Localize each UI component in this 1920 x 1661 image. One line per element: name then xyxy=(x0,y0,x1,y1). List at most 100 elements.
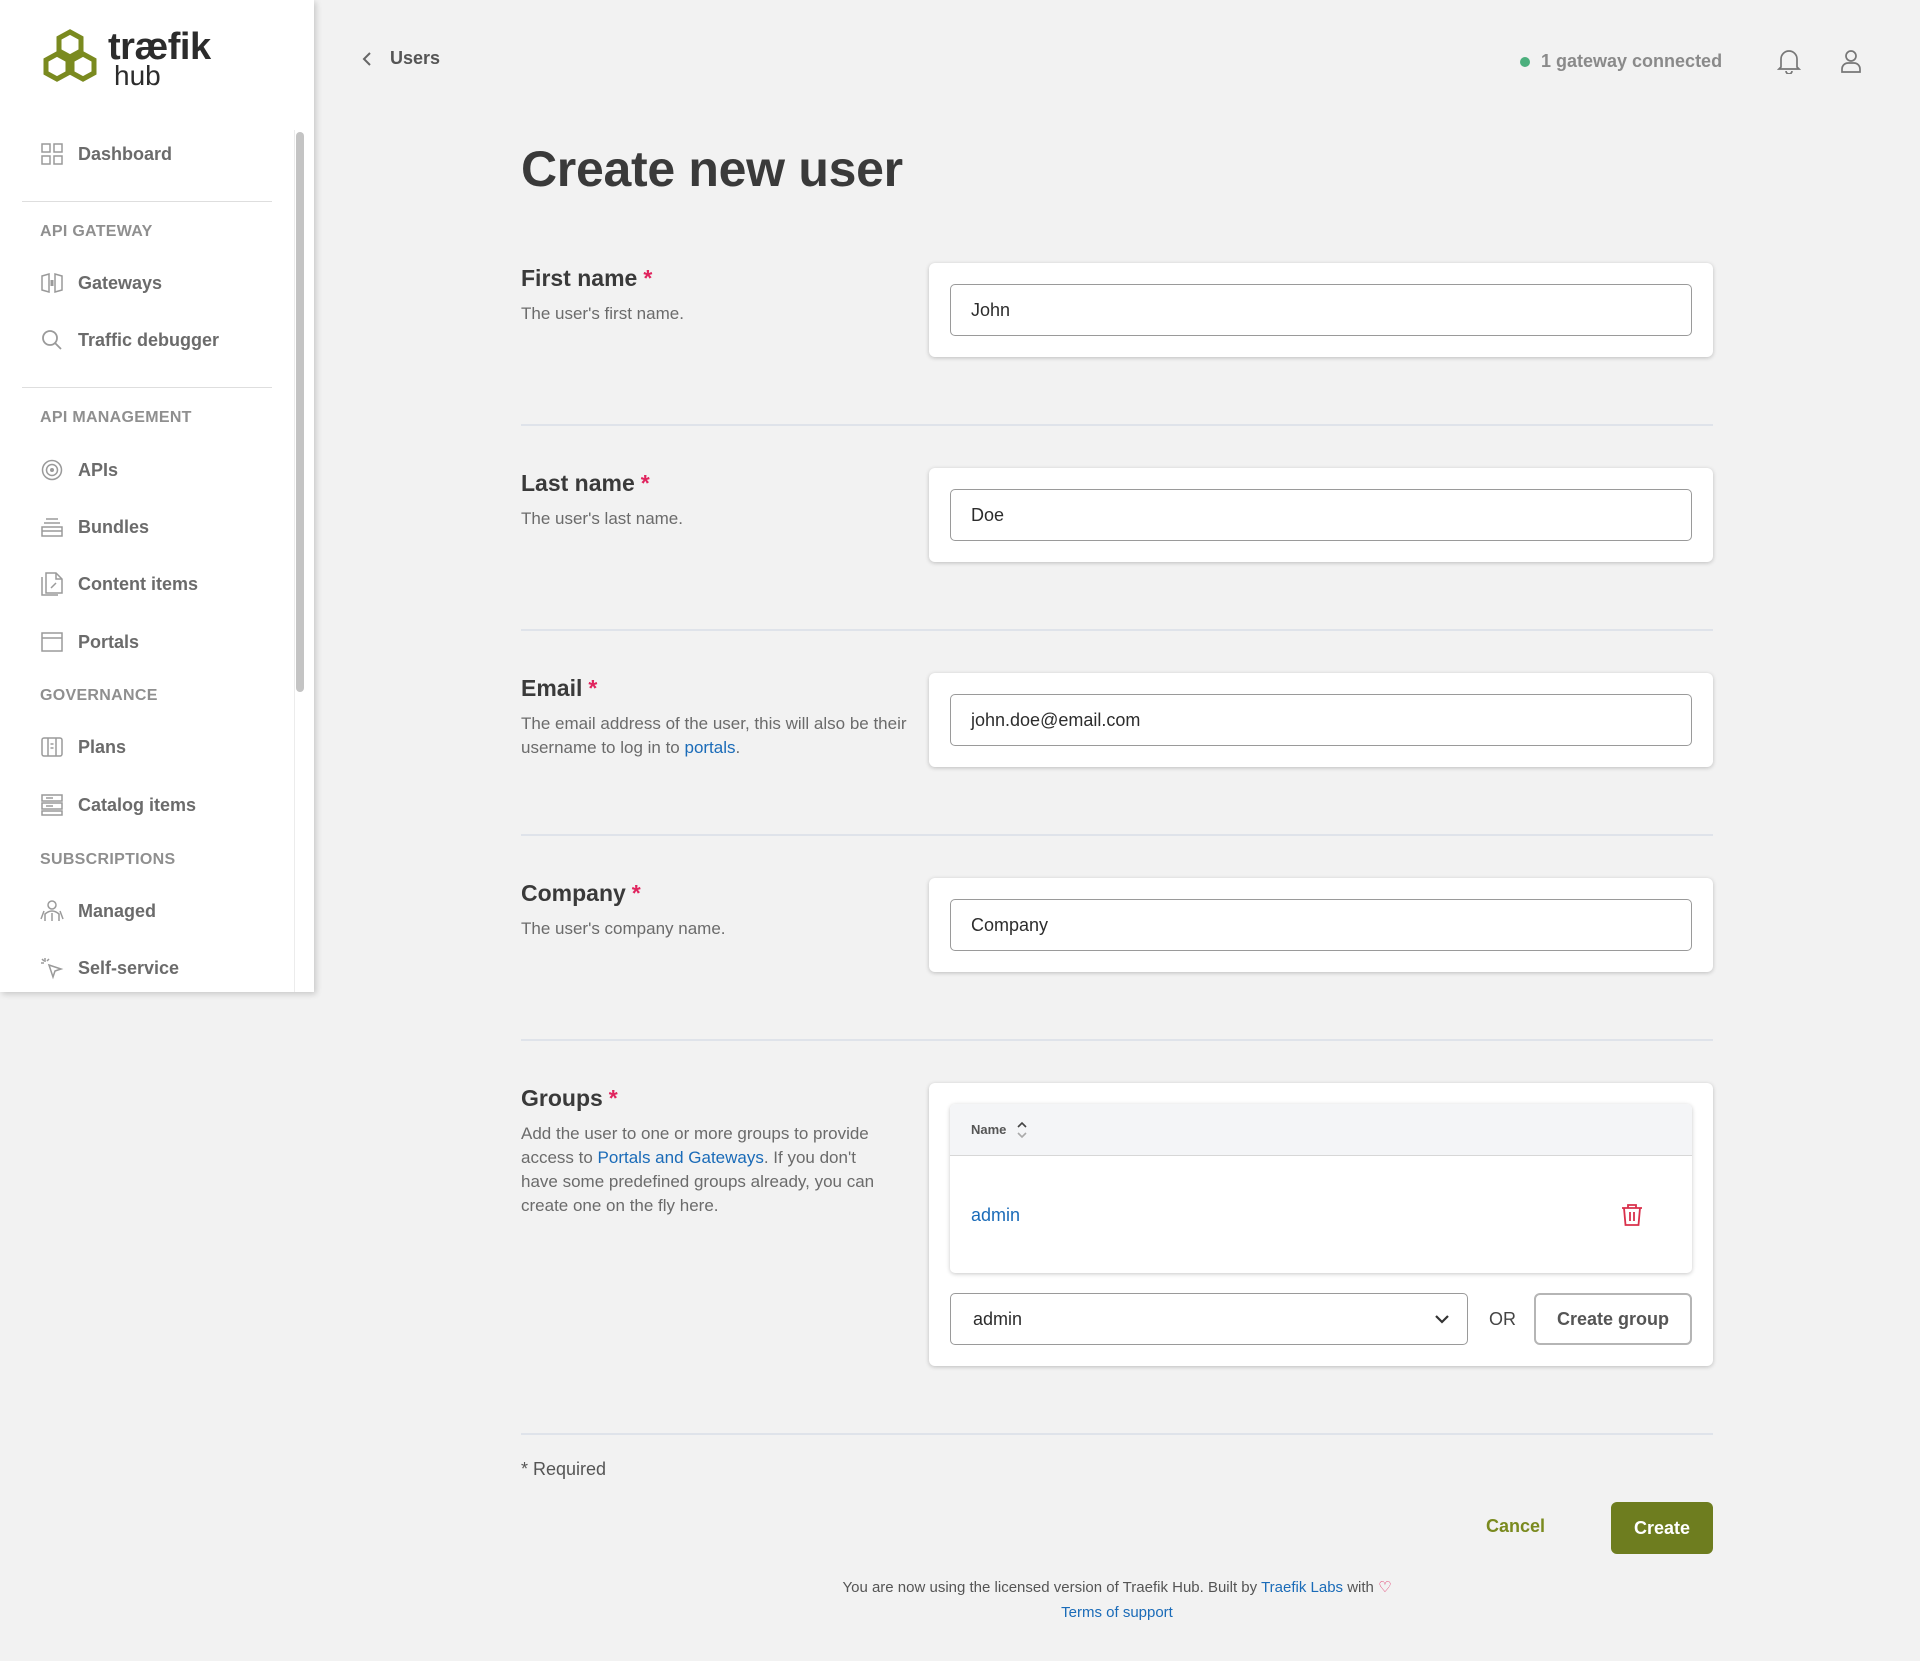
last-name-card: Doe xyxy=(929,468,1713,562)
portals-link[interactable]: portals xyxy=(684,738,735,757)
plans-icon xyxy=(40,735,64,759)
required-mark: * xyxy=(608,1085,618,1111)
group-select-value: admin xyxy=(973,1308,1023,1329)
first-name-label: First name * xyxy=(521,265,652,292)
footer: You are now using the licensed version o… xyxy=(521,1575,1713,1625)
sidebar-item-portals[interactable]: Portals xyxy=(40,627,139,657)
terms-line: Terms of support xyxy=(521,1600,1713,1625)
sidebar-item-plans[interactable]: Plans xyxy=(40,732,126,762)
back-label: Users xyxy=(390,48,441,68)
traefik-labs-link[interactable]: Traefik Labs xyxy=(1261,1579,1343,1596)
heart-icon: ♡ xyxy=(1378,1579,1392,1596)
section-subscriptions: SUBSCRIPTIONS xyxy=(40,851,176,868)
company-field[interactable]: Company xyxy=(950,899,1692,951)
first-name-description: The user's first name. xyxy=(521,304,684,323)
bell-icon[interactable] xyxy=(1776,48,1802,79)
nav-divider xyxy=(22,201,272,202)
bundle-stack-icon xyxy=(40,515,64,539)
last-name-description: The user's last name. xyxy=(521,509,683,528)
gateway-status-text: 1 gateway connected xyxy=(1541,51,1723,71)
footer-with: with xyxy=(1343,1579,1379,1596)
email-description: The email address of the user, this will… xyxy=(521,712,911,760)
sidebar-item-content-items[interactable]: Content items xyxy=(40,569,198,599)
trash-icon[interactable] xyxy=(1621,1203,1643,1232)
managed-people-icon xyxy=(40,899,64,923)
groups-description: Add the user to one or more groups to pr… xyxy=(521,1122,891,1218)
column-header-name[interactable]: Name xyxy=(971,1122,1006,1137)
document-icon xyxy=(40,572,64,596)
footer-line: You are now using the licensed version o… xyxy=(521,1575,1713,1600)
section-divider xyxy=(521,629,1713,631)
sidebar-item-traffic-debugger[interactable]: Traffic debugger xyxy=(40,325,219,355)
sidebar-item-bundles[interactable]: Bundles xyxy=(40,512,149,542)
sidebar-scrollbar[interactable] xyxy=(294,130,306,992)
last-name-field[interactable]: Doe xyxy=(950,489,1692,541)
last-name-label-text: Last name xyxy=(521,470,635,496)
section-divider xyxy=(521,1433,1713,1435)
create-group-button[interactable]: Create group xyxy=(1534,1293,1692,1345)
gateway-icon xyxy=(40,271,64,295)
required-note: * Required xyxy=(521,1459,607,1479)
last-name-label: Last name * xyxy=(521,470,650,497)
chevron-down-icon xyxy=(1433,1310,1451,1333)
table-row: admin xyxy=(950,1157,1692,1273)
cancel-button[interactable]: Cancel xyxy=(1486,1516,1545,1537)
search-icon xyxy=(40,328,64,352)
company-card: Company xyxy=(929,878,1713,972)
chevron-left-icon xyxy=(362,51,372,67)
required-mark: * xyxy=(588,675,598,701)
email-label: Email * xyxy=(521,675,597,702)
back-to-users-link[interactable]: Users xyxy=(362,48,440,69)
company-label-text: Company xyxy=(521,880,626,906)
sidebar-item-self-service[interactable]: Self-service xyxy=(40,953,179,983)
sidebar-item-managed[interactable]: Managed xyxy=(40,896,156,926)
email-field[interactable]: john.doe@email.com xyxy=(950,694,1692,746)
table-header: Name xyxy=(950,1104,1692,1156)
groups-label-text: Groups xyxy=(521,1085,603,1111)
email-desc-end: . xyxy=(735,738,741,757)
required-mark: * xyxy=(640,470,650,496)
required-mark: * xyxy=(643,265,653,291)
group-name-link[interactable]: admin xyxy=(971,1205,1020,1226)
company-label: Company * xyxy=(521,880,641,907)
api-target-icon xyxy=(40,458,64,482)
sort-icon[interactable] xyxy=(1016,1120,1028,1140)
sidebar: træfik hub Dashboard API GATEWAY Gateway… xyxy=(0,0,314,992)
section-divider xyxy=(521,424,1713,426)
sidebar-item-apis[interactable]: APIs xyxy=(40,455,118,485)
terms-of-support-link[interactable]: Terms of support xyxy=(1061,1604,1173,1621)
groups-table: Name admin xyxy=(950,1104,1692,1273)
create-button[interactable]: Create xyxy=(1611,1502,1713,1554)
group-select[interactable]: admin xyxy=(950,1293,1468,1345)
cursor-click-icon xyxy=(40,956,64,980)
first-name-label-text: First name xyxy=(521,265,638,291)
footer-text: You are now using the licensed version o… xyxy=(842,1579,1262,1596)
section-api-management: API MANAGEMENT xyxy=(40,409,192,426)
groups-label: Groups * xyxy=(521,1085,618,1112)
section-governance: GOVERNANCE xyxy=(40,687,158,704)
company-description: The user's company name. xyxy=(521,919,726,938)
portals-and-gateways-link[interactable]: Portals and Gateways xyxy=(598,1148,764,1167)
sidebar-item-label: Dashboard xyxy=(78,143,173,164)
dashboard-grid-icon xyxy=(40,142,64,166)
status-dot-icon xyxy=(1520,56,1530,67)
user-profile-icon[interactable] xyxy=(1839,48,1863,79)
sidebar-item-label: Managed xyxy=(78,900,157,921)
browser-window-icon xyxy=(40,630,64,654)
groups-card: Name admin admin OR Create group xyxy=(929,1083,1713,1366)
first-name-field[interactable]: John xyxy=(950,284,1692,336)
gateway-status: 1 gateway connected xyxy=(1520,51,1722,72)
sidebar-item-gateways[interactable]: Gateways xyxy=(40,268,162,298)
sidebar-item-catalog-items[interactable]: Catalog items xyxy=(40,790,196,820)
sidebar-item-dashboard[interactable]: Dashboard xyxy=(40,139,172,169)
scrollbar-thumb[interactable] xyxy=(296,132,304,692)
email-card: john.doe@email.com xyxy=(929,673,1713,767)
traefik-hub-logo[interactable]: træfik hub xyxy=(40,28,211,90)
nav-divider xyxy=(22,387,272,388)
required-mark: * xyxy=(631,880,641,906)
sidebar-item-label: Bundles xyxy=(78,516,150,537)
hexagon-logo-icon xyxy=(43,29,97,82)
sidebar-item-label: APIs xyxy=(78,459,119,480)
sidebar-item-label: Portals xyxy=(78,631,140,652)
catalog-icon xyxy=(40,793,64,817)
